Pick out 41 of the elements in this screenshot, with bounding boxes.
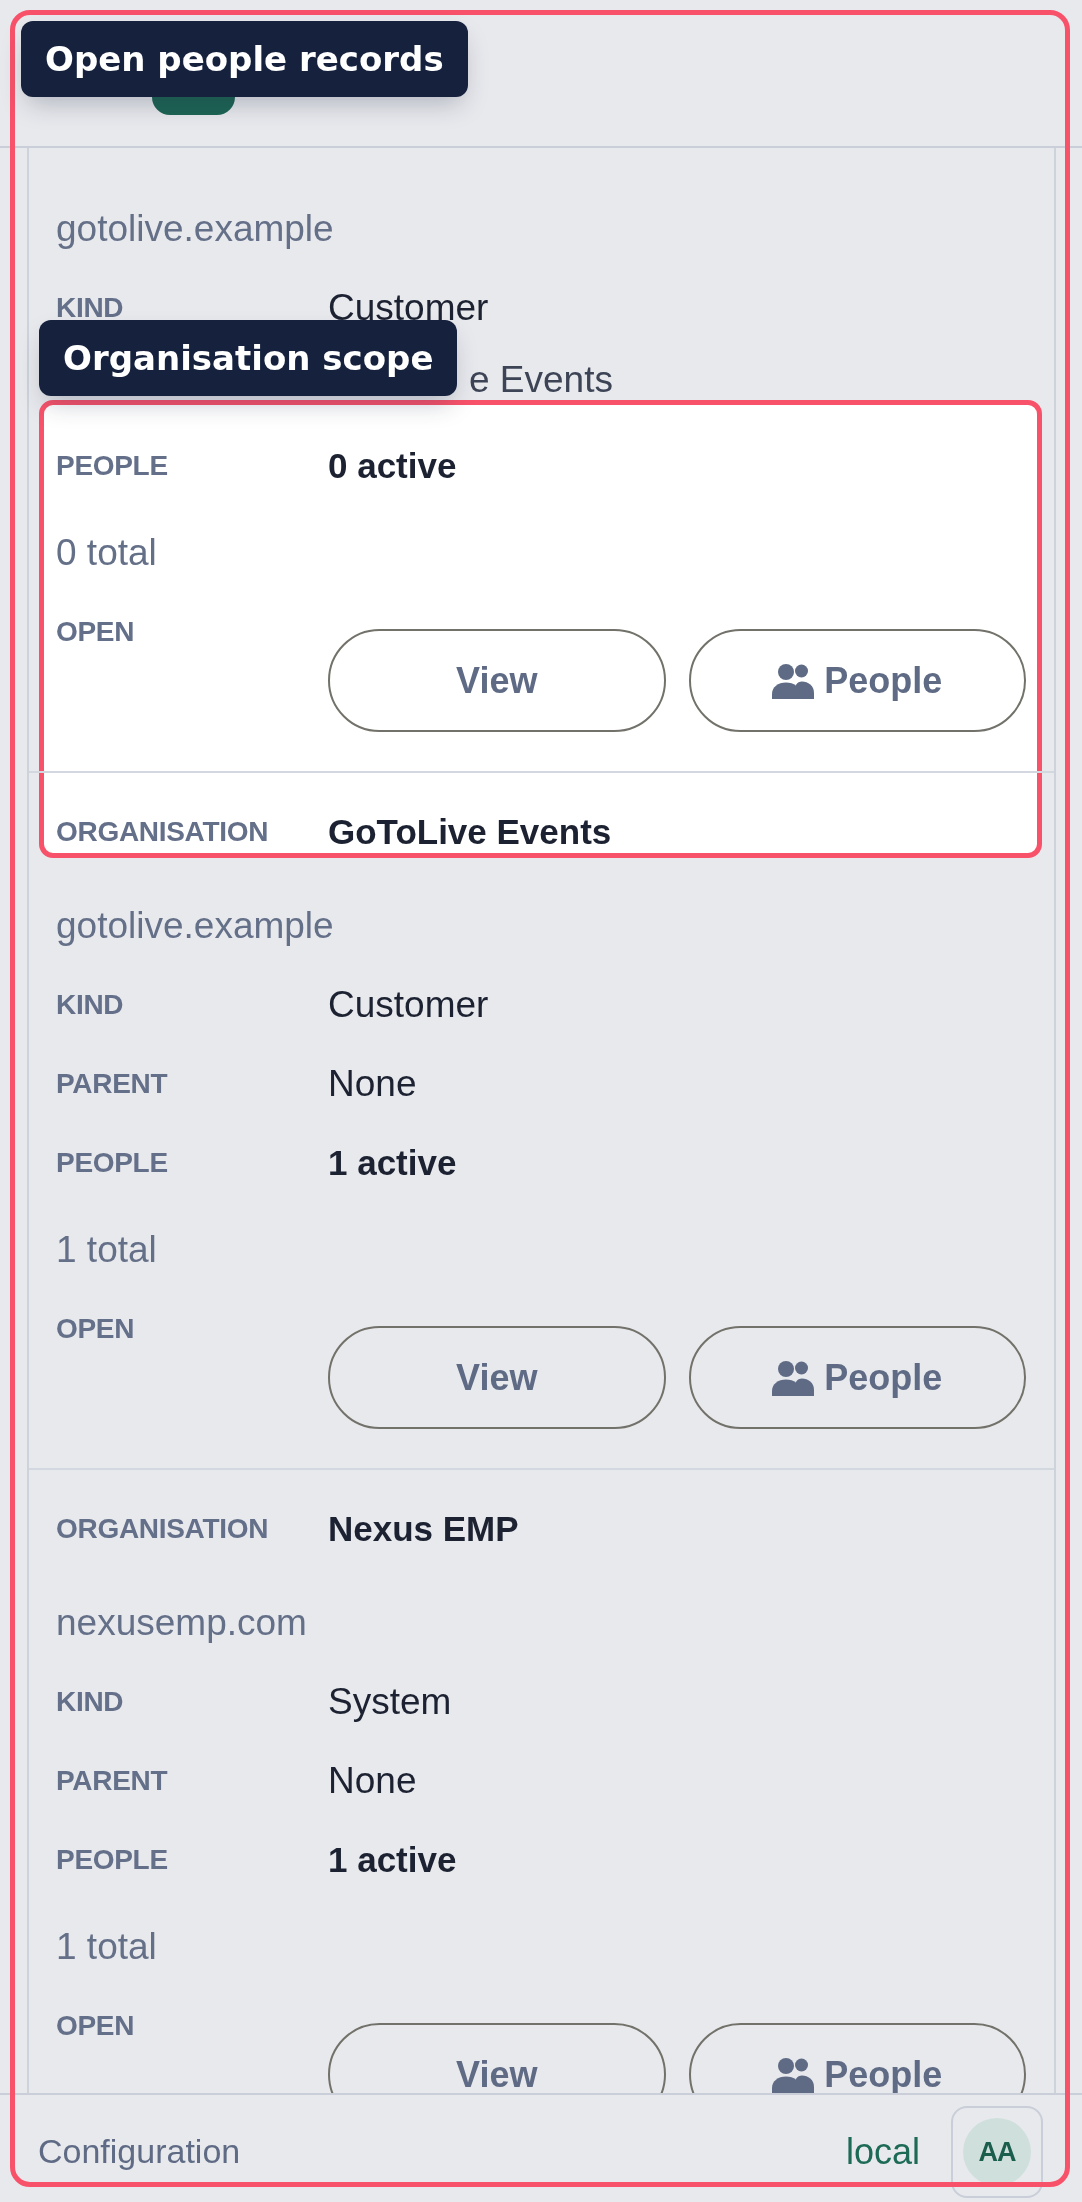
tour-tooltip: Open people records xyxy=(21,21,468,97)
field-label: KIND xyxy=(56,1685,124,1719)
field-label: OPEN xyxy=(56,2010,135,2043)
field-label: ORGANISATION xyxy=(56,815,269,849)
environment-label: local xyxy=(845,2131,920,2173)
field-label: PEOPLE xyxy=(56,449,168,483)
field-value: None xyxy=(328,1062,417,1106)
field-label: PARENT xyxy=(56,1067,168,1101)
field-label: OPEN xyxy=(56,1313,135,1346)
secondary-text: gotolive.example xyxy=(56,207,334,251)
field-value: System xyxy=(328,1680,452,1724)
secondary-text: 1 total xyxy=(56,1925,157,1969)
field-label: ORGANISATION xyxy=(56,1512,269,1546)
field-label: KIND xyxy=(56,988,124,1022)
secondary-text: gotolive.example xyxy=(56,904,334,948)
people-button[interactable]: People xyxy=(688,629,1026,732)
field-value: 0 active xyxy=(328,445,457,487)
field-label: PEOPLE xyxy=(56,1146,168,1180)
secondary-text: 1 total xyxy=(56,1228,157,1272)
people-icon xyxy=(772,662,815,699)
field-value: None xyxy=(328,1759,417,1803)
people-icon xyxy=(772,1359,815,1396)
field-label: PARENT xyxy=(56,1764,168,1798)
view-button[interactable]: View xyxy=(328,2023,666,2093)
field-label: PEOPLE xyxy=(56,1843,168,1877)
view-button[interactable]: View xyxy=(328,629,666,732)
field-value: e Events xyxy=(469,361,613,398)
account-button[interactable]: AA xyxy=(951,2106,1043,2198)
secondary-text: nexusemp.com xyxy=(56,1601,307,1645)
tour-tooltip: Organisation scope xyxy=(39,320,458,396)
field-value: Customer xyxy=(328,983,489,1027)
field-value: 1 active xyxy=(328,1142,457,1184)
field-label: OPEN xyxy=(56,616,135,649)
people-icon xyxy=(772,2056,815,2093)
people-button[interactable]: People xyxy=(688,1326,1026,1429)
view-button[interactable]: View xyxy=(328,1326,666,1429)
secondary-text: 0 total xyxy=(56,531,157,575)
field-value: 1 active xyxy=(328,1839,457,1881)
field-value: Nexus EMP xyxy=(328,1508,519,1550)
footer-title: Configuration xyxy=(38,2132,241,2172)
field-value: GoToLive Events xyxy=(328,811,612,853)
